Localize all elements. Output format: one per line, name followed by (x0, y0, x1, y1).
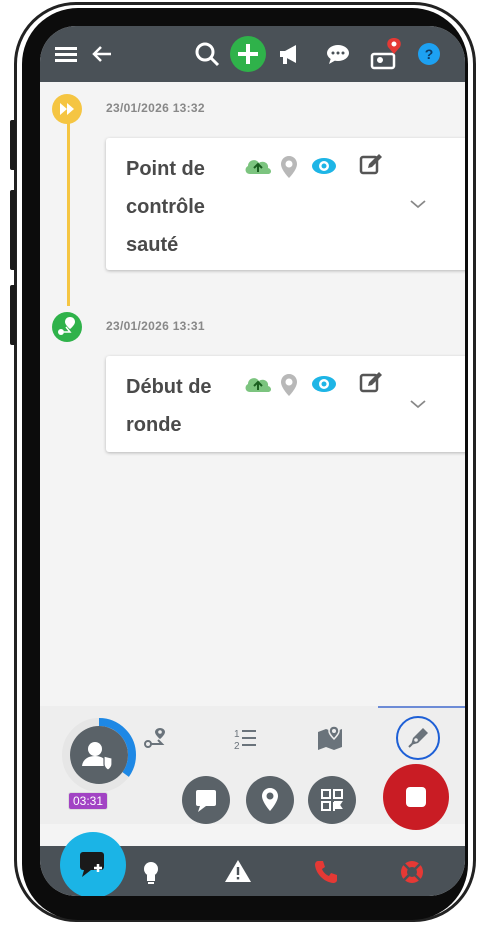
timer-label: 03:31 (68, 792, 109, 810)
sos-icon[interactable] (398, 858, 426, 891)
timeline-feed: 23/01/2026 13:32 Point de contrôle sauté (40, 82, 465, 706)
qr-code-icon (321, 789, 343, 811)
route-start-icon (52, 312, 82, 342)
svg-text:1: 1 (234, 729, 240, 740)
event-title-line: ronde (126, 414, 182, 436)
event-card[interactable]: Début de ronde (106, 356, 465, 452)
cloud-upload-icon (242, 154, 274, 183)
message-icon (196, 790, 216, 812)
location-pin-icon[interactable] (278, 154, 300, 185)
map-tab[interactable] (312, 718, 352, 758)
timeline-line (67, 116, 70, 306)
cloud-upload-icon (242, 372, 274, 401)
chat-add-icon (80, 852, 104, 877)
back-arrow-icon[interactable] (88, 36, 116, 83)
megaphone-icon[interactable] (274, 36, 306, 83)
menu-icon[interactable] (52, 36, 80, 83)
eye-icon[interactable] (310, 372, 338, 401)
phone-side-button (10, 190, 16, 270)
pen-tab[interactable] (396, 716, 440, 760)
message-button[interactable] (182, 776, 230, 824)
map-icon (318, 725, 342, 750)
event-timestamp: 23/01/2026 13:31 (106, 319, 205, 333)
location-button[interactable] (246, 776, 294, 824)
user-location-icon[interactable] (366, 36, 406, 87)
list-tab[interactable]: 12 (226, 718, 266, 758)
event-card[interactable]: Point de contrôle sauté (106, 138, 465, 270)
pen-icon (408, 728, 428, 748)
app-screen: ? 23/01/2026 13:32 Point de contrôle sau… (40, 26, 465, 896)
route-icon (144, 728, 165, 748)
numbered-list-icon: 12 (234, 729, 256, 752)
svg-text:2: 2 (234, 741, 240, 752)
new-message-fab[interactable] (60, 832, 126, 896)
add-icon[interactable] (230, 36, 266, 72)
chevron-down-icon[interactable] (408, 394, 428, 414)
edit-icon[interactable] (358, 370, 384, 401)
skip-forward-icon (52, 94, 82, 124)
eye-icon[interactable] (310, 154, 338, 183)
qr-checkpoint-button[interactable] (308, 776, 356, 824)
event-title-line: Point de (126, 158, 205, 180)
chat-icon[interactable] (322, 36, 354, 83)
top-bar: ? (40, 26, 465, 82)
phone-side-button (10, 120, 16, 170)
stop-icon (406, 787, 426, 807)
event-title: Point de contrôle sauté (126, 150, 236, 264)
help-icon[interactable]: ? (418, 43, 440, 65)
phone-side-button (10, 285, 16, 345)
edit-icon[interactable] (358, 152, 384, 183)
shift-timer[interactable] (60, 716, 138, 794)
warning-icon[interactable] (224, 858, 252, 889)
event-title: Début de ronde (126, 368, 236, 444)
location-pin-icon[interactable] (278, 372, 300, 403)
phone-icon[interactable] (312, 858, 340, 891)
location-pin-icon (262, 788, 278, 811)
event-title-line: contrôle (126, 196, 205, 218)
stop-round-button[interactable] (383, 764, 449, 830)
event-title-line: Début de (126, 376, 212, 398)
event-title-line: sauté (126, 234, 179, 256)
lightbulb-icon[interactable] (138, 858, 164, 891)
active-tab-indicator (378, 706, 465, 708)
search-icon[interactable] (192, 36, 222, 83)
route-tab[interactable] (136, 718, 176, 758)
chevron-down-icon[interactable] (408, 194, 428, 214)
event-timestamp: 23/01/2026 13:32 (106, 101, 205, 115)
